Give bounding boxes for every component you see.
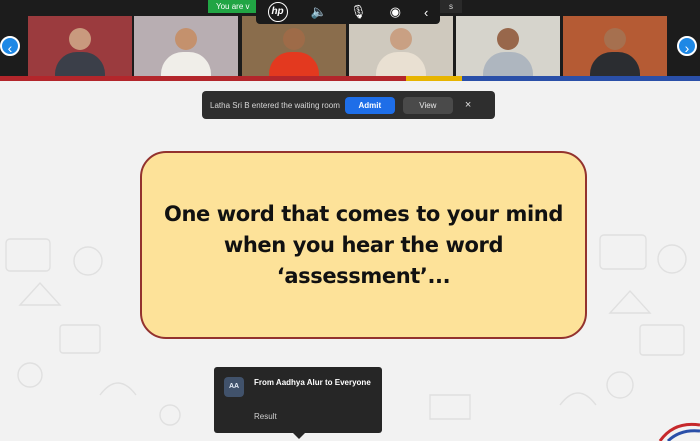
- waiting-room-notification: Latha Sri B entered the waiting room Adm…: [202, 91, 495, 119]
- participant-head: [497, 28, 519, 50]
- participant-tile-3[interactable]: [242, 16, 346, 76]
- participant-tile-4[interactable]: [349, 16, 453, 76]
- chat-message-popup[interactable]: AA From Aadhya Alur to Everyone Result: [214, 367, 382, 439]
- brand-accent-bar: [0, 76, 700, 81]
- chat-sender: From Aadhya Alur to Everyone: [254, 378, 371, 387]
- admit-button[interactable]: Admit: [344, 96, 395, 114]
- screen-share-badge[interactable]: s: [440, 0, 462, 13]
- participant-head: [390, 28, 412, 50]
- collapse-icon[interactable]: ‹: [424, 5, 428, 20]
- chat-message-text: Result: [254, 412, 277, 421]
- participant-head: [175, 28, 197, 50]
- participant-head: [69, 28, 91, 50]
- view-button[interactable]: View: [402, 96, 453, 114]
- question-slide-card: One word that comes to your mind when yo…: [140, 151, 587, 339]
- volume-icon[interactable]: 🔈: [311, 4, 327, 20]
- microphone-icon[interactable]: 🎙: [350, 4, 367, 20]
- avatar: AA: [224, 377, 244, 397]
- participant-tile-5[interactable]: [456, 16, 560, 76]
- participant-tile-6[interactable]: [563, 16, 667, 76]
- close-icon[interactable]: ×: [465, 99, 471, 111]
- brand-logo: [658, 422, 700, 441]
- question-line-3: ‘assessment’...: [276, 263, 451, 288]
- question-line-1: One word that comes to your mind: [164, 201, 563, 226]
- hp-logo: hp: [267, 2, 288, 22]
- question-text: One word that comes to your mind when yo…: [164, 199, 564, 292]
- participant-head: [283, 28, 305, 50]
- camera-privacy-icon[interactable]: ◉: [390, 4, 401, 20]
- question-line-2: when you hear the word: [223, 232, 504, 257]
- popup-tail: [293, 433, 305, 439]
- gallery-next-icon[interactable]: ›: [677, 36, 697, 56]
- you-are-viewing-badge: You are v: [208, 0, 260, 13]
- hp-toolbar: hp 🔈 🎙 ◉ ‹: [256, 0, 440, 24]
- participant-tile-1[interactable]: [28, 16, 132, 76]
- participant-tile-2[interactable]: [134, 16, 238, 76]
- participant-head: [604, 28, 626, 50]
- gallery-prev-icon[interactable]: ‹: [0, 36, 20, 56]
- waiting-room-message: Latha Sri B entered the waiting room: [210, 100, 340, 110]
